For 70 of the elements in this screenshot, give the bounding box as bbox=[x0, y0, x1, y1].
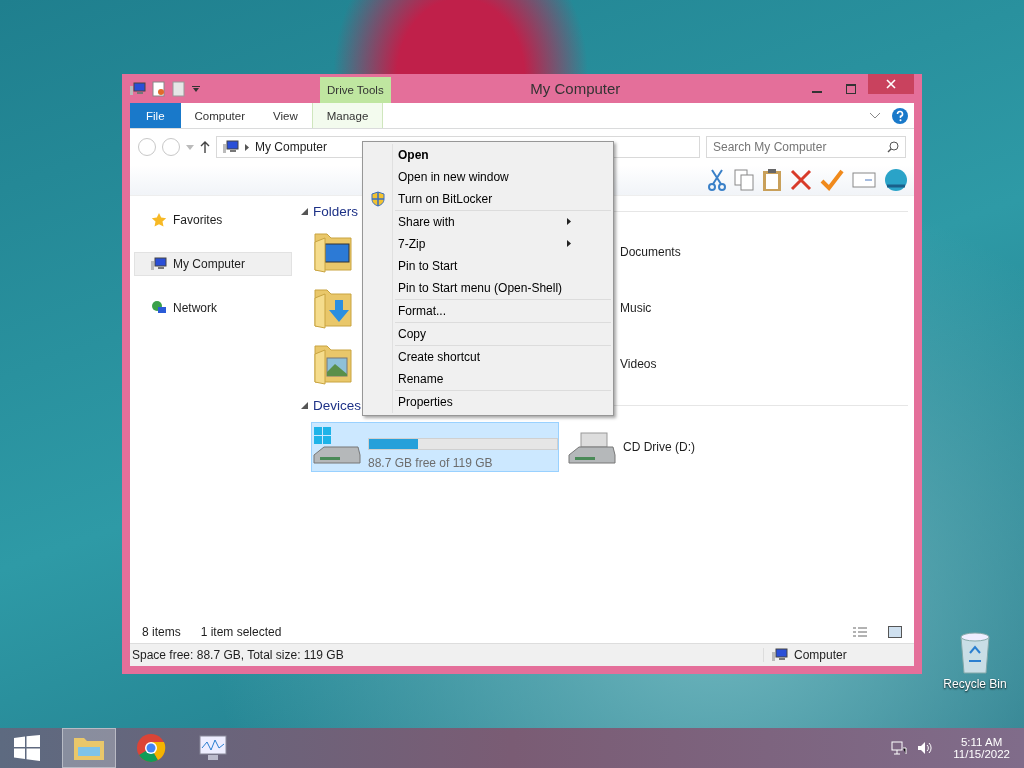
collapse-triangle-icon[interactable] bbox=[301, 207, 308, 215]
scissors-icon[interactable] bbox=[708, 169, 726, 191]
clipboard-icon[interactable] bbox=[762, 168, 782, 192]
recycle-bin-icon bbox=[957, 631, 993, 675]
drive-tile[interactable]: 88.7 GB free of 119 GB bbox=[311, 422, 559, 472]
ribbon-tab[interactable]: Computer bbox=[180, 103, 260, 128]
expand-ribbon-icon[interactable] bbox=[870, 112, 880, 119]
window-title: My Computer bbox=[529, 79, 622, 99]
checkmark-icon[interactable] bbox=[820, 169, 844, 191]
dropdown-icon[interactable] bbox=[192, 85, 200, 92]
search-icon bbox=[887, 141, 899, 153]
taskbar-app[interactable] bbox=[62, 728, 116, 768]
up-arrow-icon[interactable] bbox=[200, 141, 210, 153]
ribbon-tab[interactable]: File bbox=[130, 103, 181, 128]
sidebar-item[interactable]: My Computer bbox=[134, 252, 292, 276]
maximize-icon bbox=[846, 83, 856, 94]
free-space-label: 88.7 GB free of 119 GB bbox=[368, 456, 494, 470]
drive-tools-label: Drive Tools bbox=[320, 77, 391, 103]
menu-item[interactable]: 7-Zip bbox=[365, 233, 581, 255]
folder-label[interactable]: Videos bbox=[620, 357, 657, 371]
minimize-icon bbox=[812, 90, 822, 93]
help-icon[interactable] bbox=[892, 107, 908, 124]
shield-icon bbox=[370, 191, 386, 207]
menu-item[interactable]: Properties bbox=[365, 391, 581, 413]
network-icon bbox=[151, 300, 167, 316]
menu-item[interactable]: Format... bbox=[365, 300, 581, 322]
star-icon bbox=[151, 212, 167, 228]
computer-icon bbox=[151, 257, 167, 271]
drive-label: CD Drive (D:) bbox=[623, 440, 695, 454]
copy-icon[interactable] bbox=[734, 169, 754, 191]
close-button[interactable] bbox=[868, 74, 914, 94]
computer-icon bbox=[772, 648, 788, 662]
menu-item[interactable]: Copy bbox=[365, 323, 581, 345]
section-header: Devices bbox=[313, 397, 361, 413]
ribbon-tab[interactable]: View bbox=[259, 103, 312, 128]
folder-icon bbox=[73, 735, 105, 761]
computer-icon bbox=[130, 81, 146, 96]
collapse-triangle-icon[interactable] bbox=[301, 401, 308, 409]
item-count: 8 items bbox=[142, 625, 181, 639]
sidebar-item[interactable]: Network bbox=[134, 296, 292, 320]
large-icons-view-icon[interactable] bbox=[888, 626, 902, 638]
browser-icon bbox=[136, 733, 166, 763]
windows-logo-icon bbox=[14, 735, 40, 761]
selection-count: 1 item selected bbox=[200, 625, 282, 639]
zone-label: Computer bbox=[794, 648, 847, 662]
computer-icon bbox=[223, 140, 239, 154]
close-icon bbox=[886, 79, 896, 89]
delete-icon[interactable] bbox=[790, 169, 812, 191]
status-text: Space free: 88.7 GB, Total size: 119 GB bbox=[132, 648, 344, 662]
menu-item[interactable]: Pin to Start bbox=[365, 255, 581, 277]
menu-item[interactable]: Open in new window bbox=[365, 166, 611, 188]
menu-item[interactable]: Pin to Start menu (Open-Shell) bbox=[365, 277, 581, 299]
menu-item[interactable]: Create shortcut bbox=[365, 346, 581, 368]
folder-label[interactable]: Documents bbox=[620, 245, 681, 259]
menu-item[interactable]: Share with bbox=[365, 211, 581, 233]
speaker-icon[interactable] bbox=[917, 740, 934, 756]
menu-item[interactable]: Turn on BitLocker bbox=[365, 188, 611, 210]
details-view-icon[interactable] bbox=[852, 626, 868, 638]
network-tray-icon[interactable] bbox=[891, 740, 908, 756]
monitor-icon bbox=[198, 734, 228, 762]
folder-label[interactable]: Music bbox=[620, 301, 652, 315]
section-header: Folders bbox=[313, 203, 358, 219]
ribbon-tab[interactable]: Manage bbox=[311, 103, 384, 128]
menu-item[interactable]: Rename bbox=[365, 368, 581, 390]
menu-item[interactable]: Open bbox=[365, 144, 611, 166]
sidebar-item[interactable]: Favorites bbox=[134, 208, 292, 232]
search-field[interactable]: Search My Computer bbox=[706, 136, 906, 158]
drive-tile[interactable]: CD Drive (D:) bbox=[566, 422, 814, 472]
clock[interactable]: 5:11 AM 11/15/2022 bbox=[953, 736, 1010, 760]
chevron-icon[interactable] bbox=[245, 143, 249, 151]
